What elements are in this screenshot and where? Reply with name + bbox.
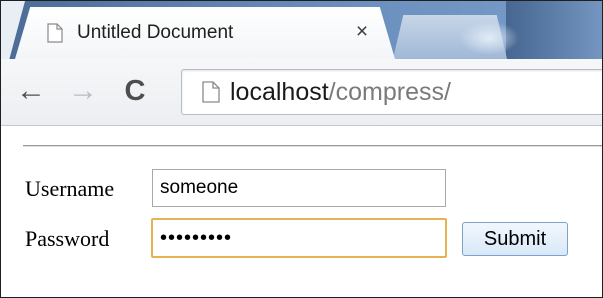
submit-button[interactable]: Submit [462,222,568,256]
forward-button[interactable]: → [67,71,99,111]
tab-title: Untitled Document [77,22,234,43]
page-icon [202,81,220,103]
reload-button[interactable]: C [119,71,151,111]
password-field[interactable] [151,218,447,258]
tab-close-icon[interactable]: × [351,20,373,44]
password-label: Password [25,226,110,251]
browser-toolbar: ← → C localhost/compress/ [1,59,602,126]
username-field[interactable] [152,169,446,207]
address-bar[interactable]: localhost/compress/ [181,69,602,115]
username-label: Username [25,176,115,201]
back-button[interactable]: ← [15,71,47,111]
new-tab-glow [459,21,519,55]
tab-strip-fade [506,1,602,59]
horizontal-rule [23,145,602,147]
browser-window: Untitled Document × ← → C localhost/comp… [0,0,603,298]
page-icon [47,23,63,43]
url-path: /compress/ [328,78,451,106]
url-text: localhost/compress/ [230,78,451,107]
url-host: localhost [230,78,329,106]
tab-strip: Untitled Document × [1,1,602,59]
